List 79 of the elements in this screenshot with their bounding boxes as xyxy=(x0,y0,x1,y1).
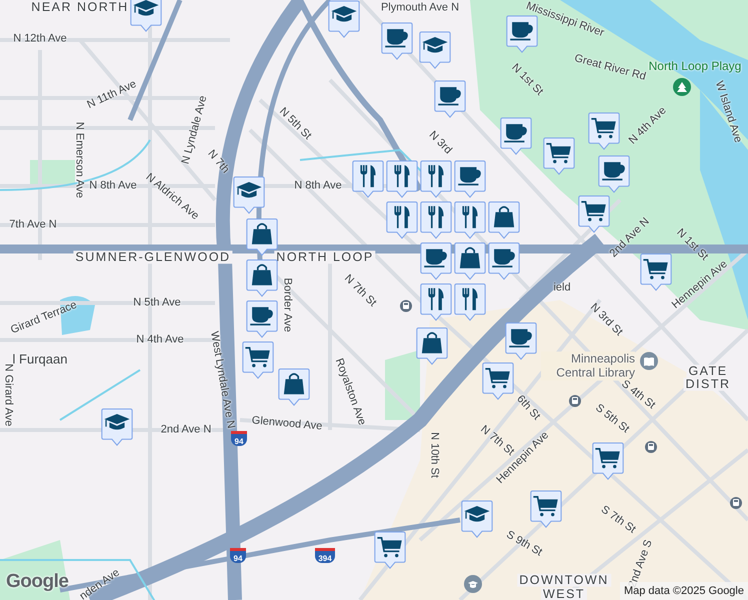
fork-knife-icon xyxy=(462,206,478,228)
street-label: Great River Rd xyxy=(573,53,647,83)
interstate-shield: 394 xyxy=(315,548,335,563)
street-label: 7th Ave N xyxy=(9,220,57,230)
fork-knife-icon xyxy=(394,206,410,228)
street-label: 2nd Ave N xyxy=(160,424,212,436)
area-label: NORTH LOOP xyxy=(274,250,376,264)
street-label: Border Ave xyxy=(282,278,292,332)
shopping-cart-icon xyxy=(546,143,571,164)
street-label: N Girard Ave xyxy=(2,364,14,426)
shopping-bag-icon xyxy=(460,247,480,268)
street-label: l Furqaan xyxy=(12,352,68,366)
cup-icon xyxy=(602,162,625,180)
shopping-bag-icon xyxy=(422,332,442,354)
shopping-cart-icon xyxy=(581,201,606,222)
shopping-cart-icon xyxy=(643,259,668,280)
street-label: Plymouth Ave N xyxy=(380,2,460,14)
street-label: N 5th Ave xyxy=(133,298,181,308)
street-label: N 5th St xyxy=(277,106,313,142)
logo: Google xyxy=(6,570,68,594)
street-label: N 7th St xyxy=(342,273,378,309)
street-label: N 3rd xyxy=(426,130,454,156)
graduation-cap-icon xyxy=(133,0,159,16)
cup-icon xyxy=(438,87,461,106)
shopping-bag-icon xyxy=(252,264,272,286)
street-label: Girard Terrace xyxy=(9,300,79,336)
area-label: DOWNTOWN xyxy=(517,574,611,586)
interstate-shield: 94 xyxy=(230,548,246,563)
cup-icon xyxy=(250,307,273,326)
shopping-bag-icon xyxy=(494,206,514,228)
interstate-shield: 94 xyxy=(231,431,247,446)
area-label: WEST xyxy=(540,588,588,600)
park-label: North Loop Playg xyxy=(648,60,742,72)
shopping-cart-icon xyxy=(591,118,616,138)
shopping-cart-icon xyxy=(245,347,270,368)
graduation-cap-icon xyxy=(104,414,130,430)
cup-icon xyxy=(424,249,447,268)
cup-icon xyxy=(509,329,532,348)
fork-knife-icon xyxy=(360,165,376,188)
shopping-cart-icon xyxy=(485,368,510,388)
cup-icon xyxy=(458,167,481,186)
cup-icon xyxy=(385,29,408,48)
shopping-cart-icon xyxy=(595,448,620,468)
library-label: Minneapolis Central Library xyxy=(541,352,635,380)
cup-icon xyxy=(492,249,515,268)
fork-knife-icon xyxy=(428,206,444,228)
fork-knife-icon xyxy=(428,288,444,310)
fork-knife-icon xyxy=(462,288,478,310)
street-label: nden Ave xyxy=(78,567,122,600)
street-label: N 3rd St xyxy=(588,302,624,338)
cup-icon xyxy=(504,124,527,142)
street-label: N 8th Ave xyxy=(89,180,137,192)
street-label: 6th St xyxy=(514,394,542,422)
shopping-bag-icon xyxy=(284,373,304,394)
street-label: 2nd Ave N xyxy=(608,216,652,260)
street-label: N 10th St xyxy=(428,432,440,478)
street-label: N 1st St xyxy=(509,62,545,98)
street-label: N 12th Ave xyxy=(13,34,67,44)
street-label: Glenwood Ave xyxy=(251,415,323,433)
street-label: N 4th Ave xyxy=(136,334,184,346)
area-label: SUMNER-GLENWOOD xyxy=(73,250,233,264)
graduation-cap-icon xyxy=(464,506,490,522)
street-label: N 11th Ave xyxy=(86,78,138,112)
shopping-cart-icon xyxy=(533,496,558,516)
shopping-bag-icon xyxy=(252,223,272,244)
graduation-cap-icon xyxy=(331,6,357,22)
graduation-cap-icon xyxy=(236,182,262,198)
graduation-cap-icon xyxy=(422,37,448,53)
street-label: ield xyxy=(553,282,571,294)
street-label: W Island Ave xyxy=(712,80,744,144)
street-label: N 4th Ave xyxy=(627,105,669,147)
street-label: N Emerson Ave xyxy=(74,122,84,198)
fork-knife-icon xyxy=(428,165,444,188)
street-label: S 7th St xyxy=(598,504,638,536)
street-label: S 9th St xyxy=(504,529,544,559)
fork-knife-icon xyxy=(394,165,410,188)
street-label: N 1st St xyxy=(674,227,710,263)
shopping-cart-icon xyxy=(377,537,402,558)
street-label: N 8th Ave xyxy=(294,180,342,192)
